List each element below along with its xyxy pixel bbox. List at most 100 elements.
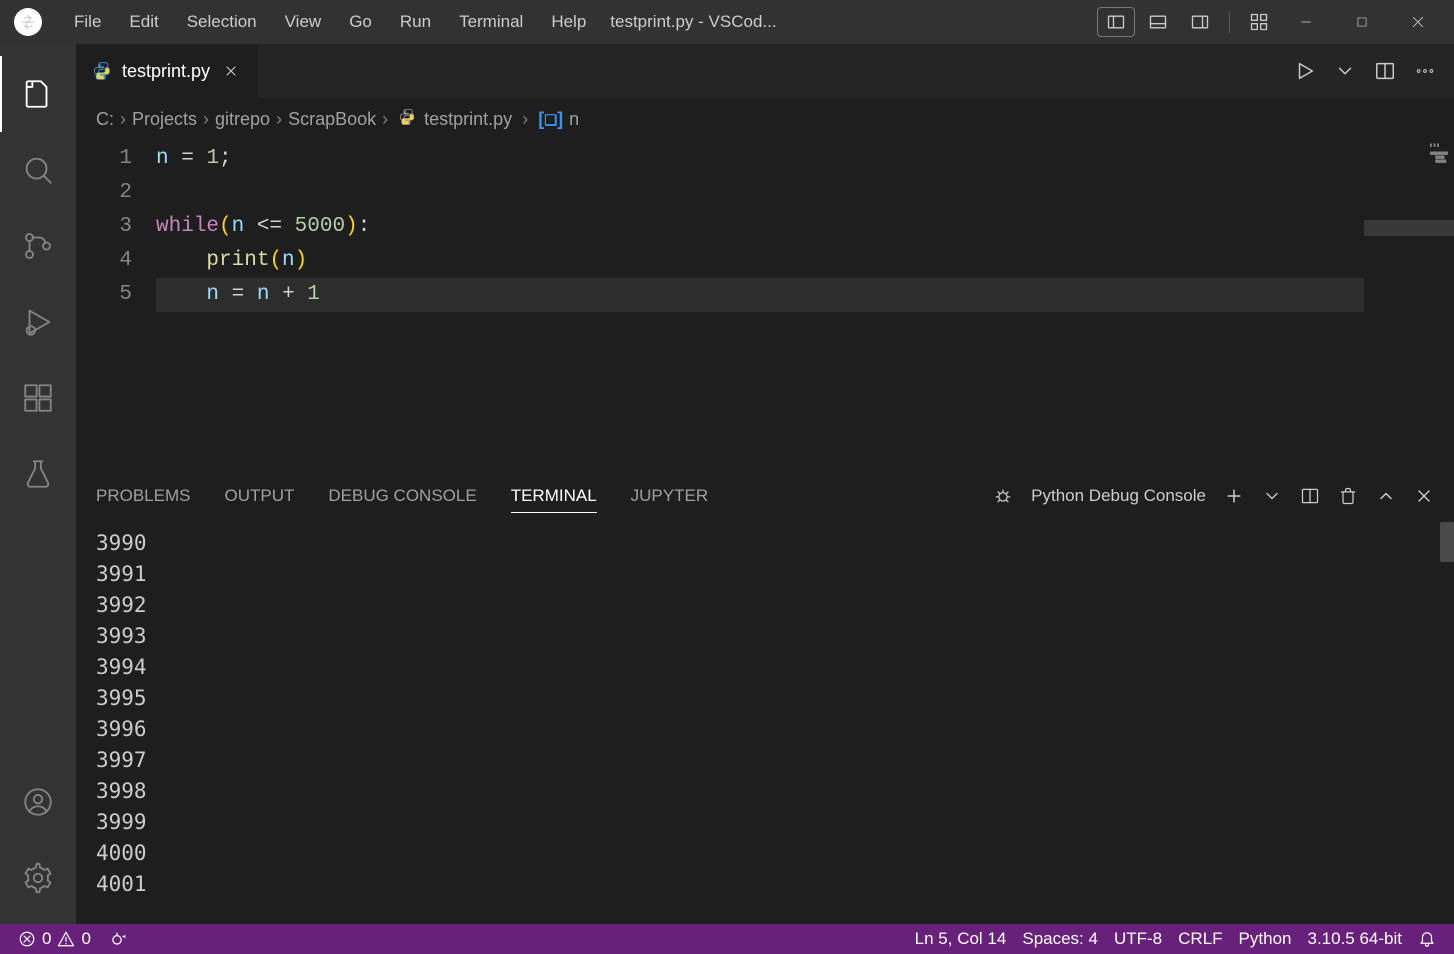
menu-edit[interactable]: Edit	[115, 0, 172, 44]
variable-symbol-icon: [❑]	[538, 109, 563, 130]
menu-run[interactable]: Run	[386, 0, 445, 44]
activity-search[interactable]	[0, 132, 76, 208]
split-editor-button[interactable]	[1374, 60, 1396, 82]
editor-actions	[1276, 44, 1454, 98]
tab-label: testprint.py	[122, 61, 210, 82]
window-minimize-button[interactable]	[1278, 0, 1334, 44]
breadcrumb-segment[interactable]: gitrepo	[215, 109, 270, 129]
line-number: 5	[76, 278, 132, 312]
activity-source-control[interactable]	[0, 208, 76, 284]
editor-tab-active[interactable]: testprint.py	[76, 44, 259, 98]
line-number: 3	[76, 210, 132, 244]
new-terminal-dropdown[interactable]	[1262, 486, 1282, 506]
status-problems[interactable]: 0 0	[10, 924, 99, 954]
panel-tabs: PROBLEMS OUTPUT DEBUG CONSOLE TERMINAL JUPYT…	[76, 470, 1454, 522]
breadcrumb-segment[interactable]: ScrapBook	[288, 109, 376, 129]
menu-terminal[interactable]: Terminal	[445, 0, 537, 44]
menu-go[interactable]: Go	[335, 0, 386, 44]
toggle-panel-left-icon[interactable]	[1097, 7, 1135, 37]
panel-tab-problems[interactable]: PROBLEMS	[96, 480, 190, 513]
run-button[interactable]	[1294, 60, 1316, 82]
status-notifications-icon[interactable]	[1410, 929, 1444, 947]
editor[interactable]: 12345 n = 1; while(n <= 5000): print(n) …	[76, 140, 1454, 469]
code-line[interactable]: n = n + 1	[156, 278, 1364, 312]
toggle-panel-right-icon[interactable]	[1181, 7, 1219, 37]
terminal-line: 3992	[96, 590, 1434, 621]
editor-tab-bar: testprint.py	[76, 44, 1454, 98]
breadcrumb-file: testprint.py	[424, 109, 512, 130]
menu-selection[interactable]: Selection	[173, 0, 271, 44]
status-encoding[interactable]: UTF-8	[1106, 929, 1170, 949]
code-line[interactable]: n = 1;	[156, 142, 1364, 176]
toggle-panel-bottom-icon[interactable]	[1139, 7, 1177, 37]
status-lncol[interactable]: Ln 5, Col 14	[907, 929, 1015, 949]
title-bar: FileEditSelectionViewGoRunTerminalHelp t…	[0, 0, 1454, 44]
customize-layout-icon[interactable]	[1240, 7, 1278, 37]
window-title: testprint.py - VSCod...	[600, 12, 1097, 32]
terminal-line: 3996	[96, 714, 1434, 745]
terminal-scrollbar[interactable]	[1440, 522, 1454, 562]
chevron-right-icon: ›	[197, 109, 215, 129]
maximize-panel-button[interactable]	[1376, 486, 1396, 506]
status-language[interactable]: Python	[1231, 929, 1300, 949]
python-file-icon	[92, 61, 112, 81]
status-eol[interactable]: CRLF	[1170, 929, 1230, 949]
activity-bar	[0, 44, 76, 924]
terminal-line: 3999	[96, 807, 1434, 838]
status-interpreter[interactable]: 3.10.5 64-bit	[1299, 929, 1410, 949]
activity-testing[interactable]	[0, 436, 76, 512]
breadcrumb[interactable]: C:›Projects›gitrepo›ScrapBook› testprint…	[76, 98, 1454, 140]
activity-run-debug[interactable]	[0, 284, 76, 360]
line-number-gutter: 12345	[76, 140, 156, 469]
panel-tab-output[interactable]: OUTPUT	[224, 480, 294, 513]
menu-help[interactable]: Help	[537, 0, 600, 44]
minimap[interactable]: █ █ ███████████ █████ ██████	[1364, 140, 1454, 469]
app-logo-icon	[14, 8, 42, 36]
status-indent[interactable]: Spaces: 4	[1014, 929, 1106, 949]
window-close-button[interactable]	[1390, 0, 1446, 44]
terminal-line: 3995	[96, 683, 1434, 714]
line-number: 4	[76, 244, 132, 278]
code-content[interactable]: n = 1; while(n <= 5000): print(n) n = n …	[156, 140, 1364, 469]
activity-explorer[interactable]	[0, 56, 76, 132]
main-area: testprint.py C:›Projects›gitrepo›ScrapBo…	[76, 44, 1454, 924]
activity-extensions[interactable]	[0, 360, 76, 436]
breadcrumb-segment[interactable]: Projects	[132, 109, 197, 129]
code-line[interactable]: print(n)	[156, 244, 1364, 278]
more-actions-button[interactable]	[1414, 60, 1436, 82]
code-line[interactable]: while(n <= 5000):	[156, 210, 1364, 244]
panel-tab-debug-console[interactable]: DEBUG CONSOLE	[328, 480, 476, 513]
terminal-name[interactable]: Python Debug Console	[1031, 486, 1206, 506]
close-panel-button[interactable]	[1414, 486, 1434, 506]
chevron-right-icon: ›	[114, 109, 132, 129]
split-terminal-button[interactable]	[1300, 486, 1320, 506]
status-debug-icon[interactable]	[99, 924, 135, 954]
kill-terminal-button[interactable]	[1338, 486, 1358, 506]
new-terminal-button[interactable]	[1224, 486, 1244, 506]
chevron-right-icon: ›	[270, 109, 288, 129]
layout-controls	[1097, 7, 1278, 37]
menu-file[interactable]: File	[60, 0, 115, 44]
terminal-line: 3998	[96, 776, 1434, 807]
activity-settings[interactable]	[0, 840, 76, 916]
window-maximize-button[interactable]	[1334, 0, 1390, 44]
terminal-output[interactable]: 3990399139923993399439953996399739983999…	[76, 522, 1454, 924]
code-line[interactable]	[156, 176, 1364, 210]
line-number: 2	[76, 176, 132, 210]
tab-close-button[interactable]	[220, 60, 242, 82]
activity-accounts[interactable]	[0, 764, 76, 840]
debug-icon[interactable]	[993, 486, 1013, 506]
chevron-right-icon: ›	[376, 109, 394, 129]
divider	[1229, 11, 1230, 33]
panel-tab-terminal[interactable]: TERMINAL	[511, 480, 597, 513]
terminal-line: 3991	[96, 559, 1434, 590]
python-file-icon	[398, 108, 416, 131]
terminal-line: 3993	[96, 621, 1434, 652]
panel-tab-jupyter[interactable]: JUPYTER	[631, 480, 708, 513]
menu-view[interactable]: View	[271, 0, 336, 44]
breadcrumb-symbol: n	[569, 109, 579, 130]
terminal-line: 4001	[96, 869, 1434, 900]
run-dropdown[interactable]	[1334, 60, 1356, 82]
breadcrumb-segment[interactable]: C:	[96, 109, 114, 129]
terminal-line: 3997	[96, 745, 1434, 776]
